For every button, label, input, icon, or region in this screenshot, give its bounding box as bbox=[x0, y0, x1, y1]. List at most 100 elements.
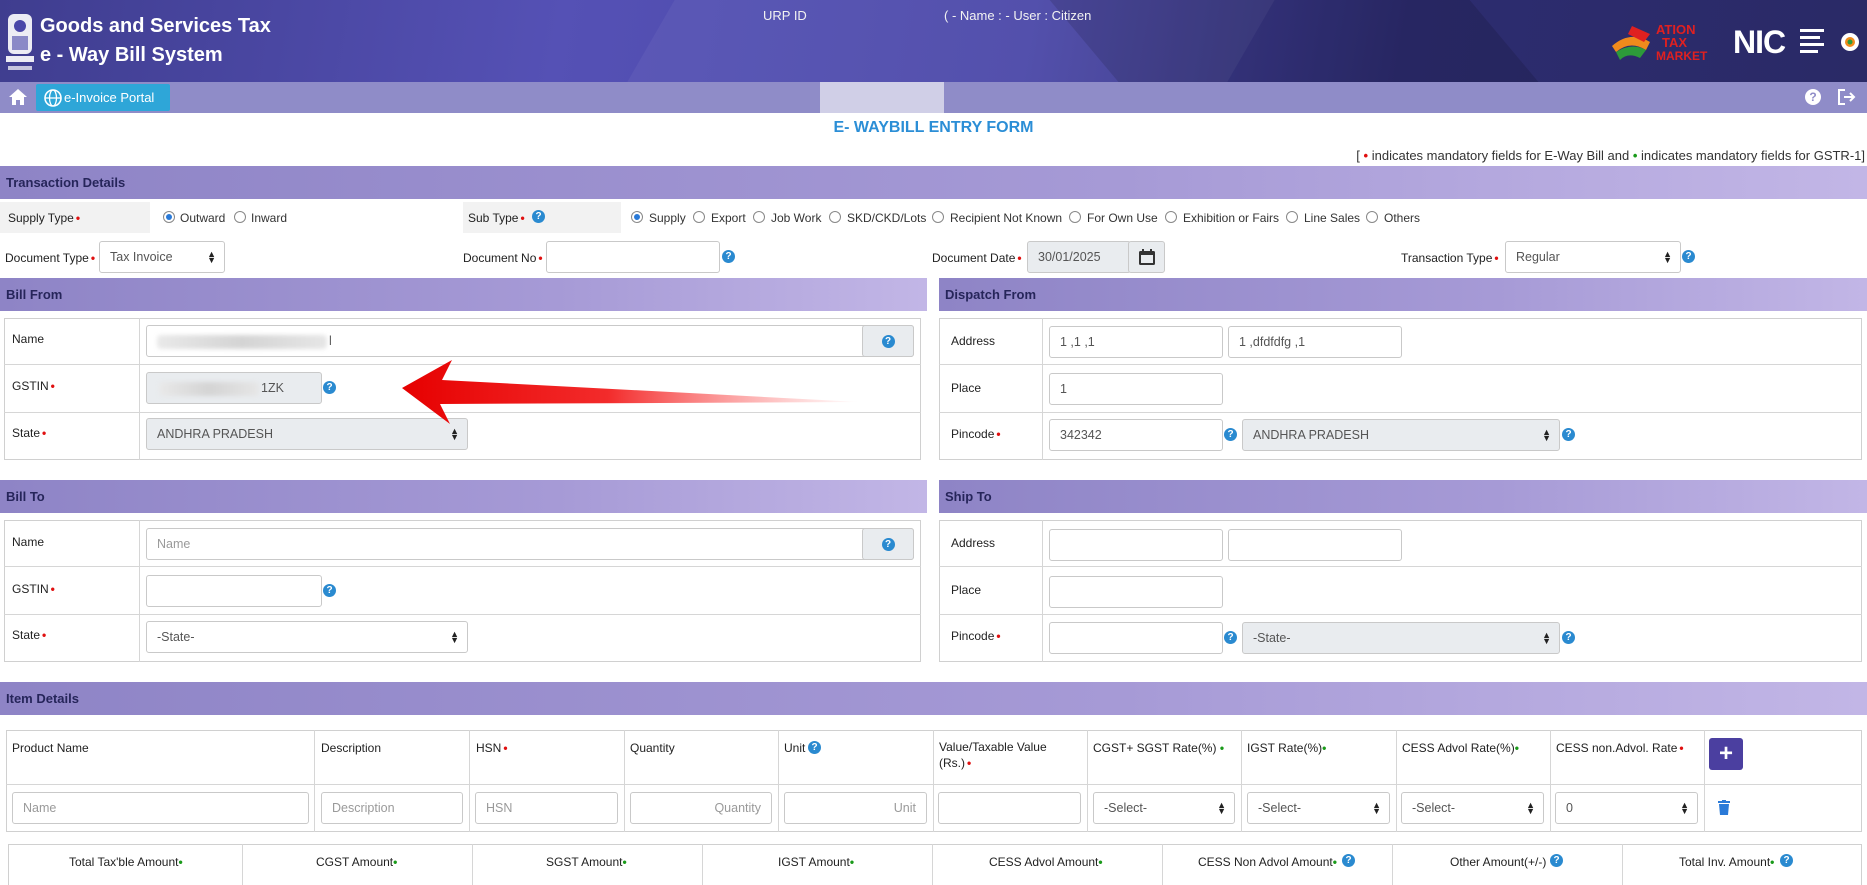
item-name-input[interactable]: Name bbox=[12, 792, 309, 824]
ship-pincode-label: Pincode • bbox=[951, 629, 1001, 643]
transaction-type-value: Regular bbox=[1516, 250, 1560, 264]
bill-to-name-input[interactable]: Name bbox=[146, 528, 914, 560]
item-cgst-sgst-select[interactable]: -Select- ▲ ▼ bbox=[1093, 792, 1235, 824]
radio-export[interactable] bbox=[693, 211, 705, 223]
ship-place-label: Place bbox=[951, 583, 982, 597]
bill-from-gstin-value: 1ZK bbox=[261, 381, 284, 395]
total-invoice-help-icon[interactable]: ? bbox=[1780, 854, 1793, 867]
dispatch-place-input[interactable]: 1 bbox=[1049, 373, 1223, 405]
cgst-sgst-value: -Select- bbox=[1104, 801, 1148, 815]
user-info: ( - Name : - User : Citizen bbox=[944, 8, 1092, 23]
radio-line-sales-label: Line Sales bbox=[1304, 211, 1361, 225]
cess-non-advol-help-icon[interactable]: ? bbox=[1342, 854, 1355, 867]
cess-non-advol-amount-label: CESS Non Advol Amount• bbox=[1198, 855, 1337, 869]
ship-address2-input[interactable] bbox=[1228, 529, 1402, 561]
bill-from-gstin-input[interactable]: 1ZK bbox=[146, 372, 322, 404]
radio-job-work[interactable] bbox=[753, 211, 765, 223]
divider bbox=[1622, 844, 1623, 885]
ship-place-input[interactable] bbox=[1049, 576, 1223, 608]
document-no-input[interactable] bbox=[546, 241, 720, 273]
nation-tax-market-logo-icon: ATION TAX MARKET bbox=[1612, 22, 1708, 63]
radio-others[interactable] bbox=[1366, 211, 1378, 223]
item-quantity-input[interactable]: Quantity bbox=[630, 792, 772, 824]
bill-to-gstin-input[interactable] bbox=[146, 575, 322, 607]
radio-line-sales[interactable] bbox=[1286, 211, 1298, 223]
total-taxable-amount-label: Total Tax'ble Amount• bbox=[69, 855, 183, 869]
select-arrows-icon: ▲ ▼ bbox=[1542, 630, 1551, 646]
item-cess-non-advol-select[interactable]: 0 ▲ ▼ bbox=[1555, 792, 1698, 824]
bill-to-name-help-icon[interactable]: ? bbox=[881, 537, 895, 551]
item-unit-placeholder: Unit bbox=[893, 801, 916, 815]
item-taxable-value-input[interactable] bbox=[938, 792, 1081, 824]
dispatch-state-select[interactable]: ANDHRA PRADESH ▲ ▼ bbox=[1242, 419, 1560, 451]
section-dispatch-from: Dispatch From bbox=[939, 278, 1867, 311]
radio-exhibition[interactable] bbox=[1165, 211, 1177, 223]
sub-type-help-icon[interactable]: ? bbox=[532, 210, 545, 223]
radio-outward[interactable] bbox=[163, 211, 175, 223]
transaction-type-select[interactable]: Regular ▲ ▼ bbox=[1505, 241, 1681, 273]
transaction-type-help-icon[interactable]: ? bbox=[1682, 250, 1695, 263]
redacted-text bbox=[157, 335, 327, 349]
divider bbox=[139, 520, 140, 662]
bill-to-gstin-help-icon[interactable]: ? bbox=[323, 584, 336, 597]
ship-address1-input[interactable] bbox=[1049, 529, 1223, 561]
total-invoice-amount-label: Total Inv. Amount• bbox=[1679, 855, 1775, 869]
radio-own-use-label: For Own Use bbox=[1087, 211, 1158, 225]
radio-for-own-use[interactable] bbox=[1069, 211, 1081, 223]
bill-from-gstin-help-icon[interactable]: ? bbox=[323, 381, 336, 394]
col-hsn: HSN • bbox=[476, 741, 508, 755]
radio-recipient-not-known[interactable] bbox=[932, 211, 944, 223]
ship-pincode-input[interactable] bbox=[1049, 622, 1223, 654]
radio-inward[interactable] bbox=[234, 211, 246, 223]
add-item-button[interactable]: + bbox=[1709, 738, 1743, 770]
einvoice-label: e-Invoice Portal bbox=[64, 90, 155, 105]
dispatch-address-label: Address bbox=[951, 334, 996, 348]
divider bbox=[1087, 730, 1088, 832]
home-icon[interactable] bbox=[8, 88, 28, 106]
select-arrows-icon: ▲ ▼ bbox=[207, 249, 216, 265]
item-igst-select[interactable]: -Select- ▲ ▼ bbox=[1247, 792, 1390, 824]
document-date-input[interactable]: 30/01/2025 bbox=[1027, 241, 1131, 273]
dispatch-address1-input[interactable]: 1 ,1 ,1 bbox=[1049, 326, 1223, 358]
unit-help-icon[interactable]: ? bbox=[808, 741, 821, 754]
calendar-button[interactable] bbox=[1128, 241, 1165, 273]
radio-supply[interactable] bbox=[631, 211, 643, 223]
select-arrows-icon: ▲ ▼ bbox=[450, 426, 459, 442]
divider bbox=[472, 844, 473, 885]
urp-id-label: URP ID bbox=[763, 8, 807, 23]
radio-skd-ckd-lots[interactable] bbox=[829, 211, 841, 223]
divider bbox=[6, 784, 1862, 785]
ship-state-select[interactable]: -State- ▲ ▼ bbox=[1242, 622, 1560, 654]
divider bbox=[932, 844, 933, 885]
bill-from-name-help-icon[interactable]: ? bbox=[881, 334, 895, 348]
bill-to-name-help-addon[interactable]: ? bbox=[862, 528, 914, 560]
delete-item-icon[interactable] bbox=[1718, 800, 1730, 815]
item-hsn-input[interactable]: HSN bbox=[475, 792, 618, 824]
document-type-select[interactable]: Tax Invoice ▲ ▼ bbox=[99, 241, 225, 273]
item-name-placeholder: Name bbox=[23, 801, 57, 815]
green-dot-icon: • bbox=[1632, 148, 1638, 163]
dispatch-pincode-input[interactable]: 342342 bbox=[1049, 419, 1223, 451]
bill-from-name-input[interactable]: l bbox=[146, 325, 914, 357]
document-no-help-icon[interactable]: ? bbox=[722, 250, 735, 263]
help-icon[interactable]: ? bbox=[1804, 88, 1822, 106]
document-type-value: Tax Invoice bbox=[110, 250, 173, 264]
item-unit-input[interactable]: Unit bbox=[784, 792, 927, 824]
ship-pincode-help-icon[interactable]: ? bbox=[1224, 631, 1237, 644]
item-description-input[interactable]: Description bbox=[321, 792, 463, 824]
bill-from-name-help-addon[interactable]: ? bbox=[862, 325, 914, 357]
item-cess-advol-select[interactable]: -Select- ▲ ▼ bbox=[1401, 792, 1544, 824]
supply-type-label: Supply Type • bbox=[8, 211, 81, 225]
select-arrows-icon: ▲ ▼ bbox=[450, 629, 459, 645]
col-description: Description bbox=[321, 741, 382, 755]
other-amount-help-icon[interactable]: ? bbox=[1550, 854, 1563, 867]
divider bbox=[939, 412, 1862, 413]
dispatch-pincode-help-icon[interactable]: ? bbox=[1224, 428, 1237, 441]
dispatch-place-label: Place bbox=[951, 381, 982, 395]
dispatch-address2-input[interactable]: 1 ,dfdfdfg ,1 bbox=[1228, 326, 1402, 358]
dispatch-state-help-icon[interactable]: ? bbox=[1562, 428, 1575, 441]
logout-icon[interactable] bbox=[1836, 88, 1856, 106]
ship-state-help-icon[interactable]: ? bbox=[1562, 631, 1575, 644]
bill-to-state-select[interactable]: -State- ▲ ▼ bbox=[146, 621, 468, 653]
bill-to-name-label: Name bbox=[12, 535, 45, 549]
